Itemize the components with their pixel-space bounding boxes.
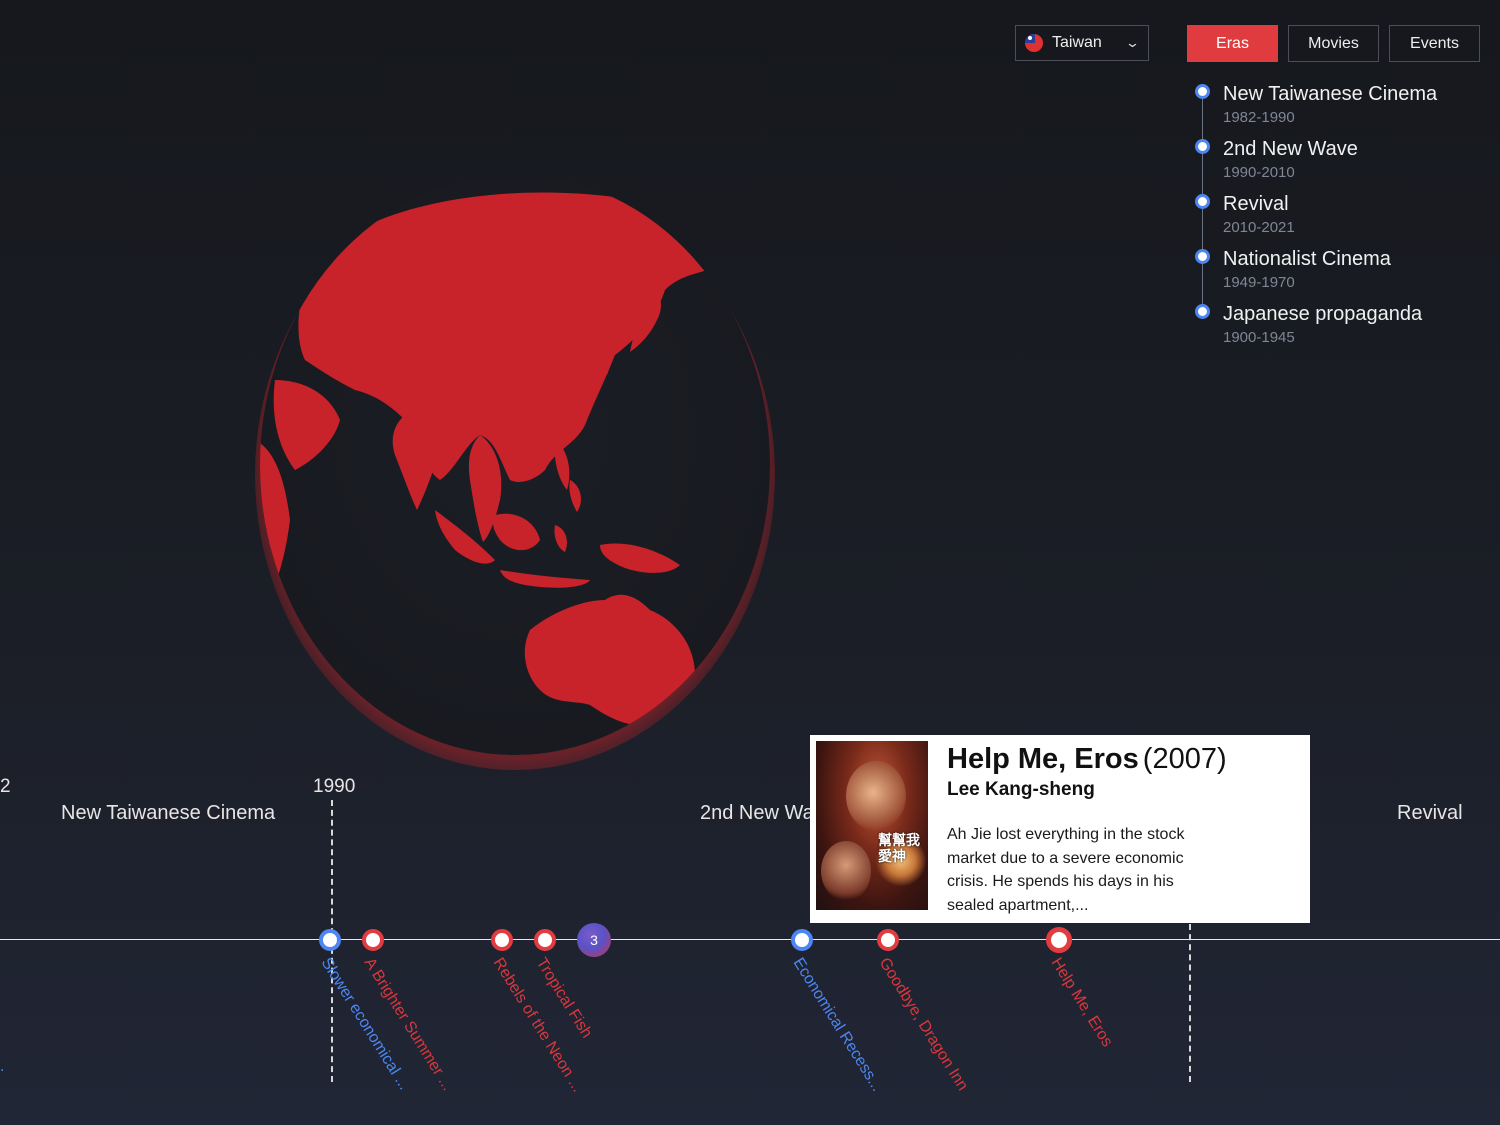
era-name: Nationalist Cinema — [1223, 248, 1391, 270]
era-name: Revival — [1223, 193, 1289, 215]
era-name: 2nd New Wave — [1223, 138, 1358, 160]
era-dot-icon — [1195, 304, 1210, 319]
movie-description: Ah Jie lost everything in the stock mark… — [947, 826, 1185, 914]
timeline-movie-label[interactable]: Goodbye, Dragon Inn — [875, 955, 971, 1094]
era-dot-icon — [1195, 84, 1210, 99]
era-name: Japanese propaganda — [1223, 303, 1423, 325]
era-name: New Taiwanese Cinema — [1223, 83, 1438, 105]
country-select-value: Taiwan — [1052, 34, 1102, 51]
era-item[interactable]: Japanese propaganda 1900-1945 — [1195, 302, 1495, 357]
globe[interactable] — [255, 180, 775, 770]
era-list: New Taiwanese Cinema 1982-1990 2nd New W… — [1195, 82, 1495, 357]
era-dot-icon — [1195, 139, 1210, 154]
movie-title-text: Help Me, Eros — [947, 743, 1139, 775]
era-years: 1949-1970 — [1223, 274, 1295, 291]
era-dot-icon — [1195, 249, 1210, 264]
timeline-event-node[interactable] — [791, 929, 813, 951]
movie-year: (2007) — [1142, 743, 1227, 775]
tick-label-1990: 1990 — [313, 776, 356, 797]
movie-director: Lee Kang-sheng — [947, 779, 1095, 800]
era-years: 1982-1990 — [1223, 109, 1295, 126]
era-years: 1990-2010 — [1223, 164, 1295, 181]
timeline-era-label-left: New Taiwanese Cinema — [61, 802, 276, 824]
timeline-cluster-badge[interactable]: 3 — [577, 923, 611, 957]
movie-tooltip-card[interactable]: 幫幫我愛神 Help Me, Eros (2007) Lee Kang-sheng… — [810, 735, 1310, 923]
timeline-movie-node[interactable] — [877, 929, 899, 951]
movie-poster: 幫幫我愛神 — [816, 741, 928, 910]
poster-title-text: 幫幫我愛神 — [878, 833, 920, 865]
timeline-movie-label[interactable]: Help Me, Eros — [1047, 955, 1116, 1051]
era-item[interactable]: Revival 2010-2021 — [1195, 192, 1495, 247]
movie-title: Help Me, Eros (2007) — [947, 743, 1227, 776]
timeline-movie-node[interactable] — [362, 929, 384, 951]
tab-events[interactable]: Events — [1389, 25, 1480, 62]
era-item[interactable]: Nationalist Cinema 1949-1970 — [1195, 247, 1495, 302]
era-dot-icon — [1195, 194, 1210, 209]
timeline-label-partial: . — [0, 1058, 5, 1075]
tick-label-partial: 2 — [0, 776, 11, 797]
era-item[interactable]: New Taiwanese Cinema 1982-1990 — [1195, 82, 1495, 137]
country-select[interactable]: Taiwan ⌄ — [1015, 25, 1149, 61]
tab-movies[interactable]: Movies — [1288, 25, 1379, 62]
globe-map — [260, 180, 770, 755]
era-years: 1900-1945 — [1223, 329, 1295, 346]
era-boundary-line — [1189, 924, 1191, 1082]
timeline-axis — [0, 939, 1500, 940]
tab-eras[interactable]: Eras — [1187, 25, 1278, 62]
era-item[interactable]: 2nd New Wave 1990-2010 — [1195, 137, 1495, 192]
timeline-event-node[interactable] — [319, 929, 341, 951]
taiwan-flag-icon — [1025, 34, 1043, 52]
timeline-event-label[interactable]: Economical Recess... — [789, 955, 886, 1095]
timeline-movie-node[interactable] — [534, 929, 556, 951]
chevron-down-icon: ⌄ — [1124, 35, 1141, 50]
timeline-movie-node[interactable] — [491, 929, 513, 951]
timeline-movie-node-selected[interactable] — [1046, 927, 1072, 953]
timeline-era-label-right: Revival — [1397, 802, 1463, 824]
era-years: 2010-2021 — [1223, 219, 1295, 236]
